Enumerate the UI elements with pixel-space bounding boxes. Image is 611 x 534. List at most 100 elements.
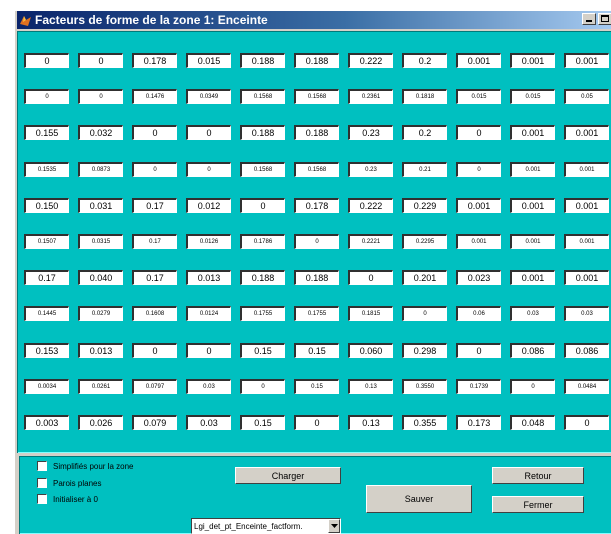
matrix-cell-r1-c3[interactable]: 0.178 — [132, 53, 177, 68]
title-bar[interactable]: Facteurs de forme de la zone 1: Enceinte — [17, 11, 611, 29]
matrix-cell-r3-c10[interactable]: 0.001 — [510, 125, 555, 140]
matrix-cell-r5-c9[interactable]: 0.001 — [456, 198, 501, 213]
matrix-cell-r5-c11[interactable]: 0.001 — [564, 198, 609, 213]
back-button[interactable]: Retour — [492, 467, 584, 484]
matrix-cell-r11-c11[interactable]: 0 — [564, 415, 609, 430]
matrix-cell-r4-c6[interactable]: 0.1568 — [294, 162, 339, 177]
minimize-icon[interactable] — [582, 13, 596, 25]
matrix-cell-r7-c5[interactable]: 0.188 — [240, 270, 285, 285]
matrix-cell-r8-c6[interactable]: 0.1755 — [294, 306, 339, 321]
matrix-cell-r9-c2[interactable]: 0.013 — [78, 343, 123, 358]
matrix-cell-r3-c11[interactable]: 0.001 — [564, 125, 609, 140]
matrix-cell-r8-c11[interactable]: 0.03 — [564, 306, 609, 321]
save-button[interactable]: Sauver — [366, 485, 472, 513]
load-button[interactable]: Charger — [235, 467, 341, 484]
matrix-cell-r2-c9[interactable]: 0.015 — [456, 89, 501, 104]
matrix-cell-r6-c2[interactable]: 0.0315 — [78, 234, 123, 249]
matrix-cell-r2-c8[interactable]: 0.1818 — [402, 89, 447, 104]
init-zero-option[interactable]: Initialiser à 0 — [37, 494, 98, 504]
matrix-cell-r7-c3[interactable]: 0.17 — [132, 270, 177, 285]
matrix-cell-r3-c2[interactable]: 0.032 — [78, 125, 123, 140]
matrix-cell-r5-c1[interactable]: 0.150 — [24, 198, 69, 213]
matrix-cell-r6-c5[interactable]: 0.1786 — [240, 234, 285, 249]
matrix-cell-r5-c2[interactable]: 0.031 — [78, 198, 123, 213]
matrix-cell-r5-c4[interactable]: 0.012 — [186, 198, 231, 213]
matrix-cell-r10-c9[interactable]: 0.1739 — [456, 379, 501, 394]
matrix-cell-r3-c3[interactable]: 0 — [132, 125, 177, 140]
matrix-cell-r7-c2[interactable]: 0.040 — [78, 270, 123, 285]
matrix-cell-r10-c2[interactable]: 0.0261 — [78, 379, 123, 394]
matrix-cell-r4-c4[interactable]: 0 — [186, 162, 231, 177]
matrix-cell-r1-c8[interactable]: 0.2 — [402, 53, 447, 68]
matrix-cell-r1-c7[interactable]: 0.222 — [348, 53, 393, 68]
matrix-cell-r2-c2[interactable]: 0 — [78, 89, 123, 104]
matrix-cell-r11-c1[interactable]: 0.003 — [24, 415, 69, 430]
matrix-cell-r5-c10[interactable]: 0.001 — [510, 198, 555, 213]
matrix-cell-r9-c9[interactable]: 0 — [456, 343, 501, 358]
matrix-cell-r8-c7[interactable]: 0.1815 — [348, 306, 393, 321]
matrix-cell-r1-c9[interactable]: 0.001 — [456, 53, 501, 68]
matrix-cell-r1-c4[interactable]: 0.015 — [186, 53, 231, 68]
matrix-cell-r6-c4[interactable]: 0.0126 — [186, 234, 231, 249]
matrix-cell-r2-c1[interactable]: 0 — [24, 89, 69, 104]
close-button[interactable]: Fermer — [492, 496, 584, 513]
matrix-cell-r6-c11[interactable]: 0.001 — [564, 234, 609, 249]
matrix-cell-r11-c5[interactable]: 0.15 — [240, 415, 285, 430]
matrix-cell-r4-c8[interactable]: 0.21 — [402, 162, 447, 177]
simplified-checkbox[interactable] — [37, 461, 47, 471]
matrix-cell-r7-c1[interactable]: 0.17 — [24, 270, 69, 285]
matrix-cell-r8-c4[interactable]: 0.0124 — [186, 306, 231, 321]
matrix-cell-r6-c8[interactable]: 0.2295 — [402, 234, 447, 249]
matrix-cell-r5-c3[interactable]: 0.17 — [132, 198, 177, 213]
matrix-cell-r2-c4[interactable]: 0.0349 — [186, 89, 231, 104]
matrix-cell-r10-c6[interactable]: 0.15 — [294, 379, 339, 394]
matrix-cell-r4-c1[interactable]: 0.1535 — [24, 162, 69, 177]
matrix-cell-r7-c4[interactable]: 0.013 — [186, 270, 231, 285]
matrix-cell-r6-c7[interactable]: 0.2221 — [348, 234, 393, 249]
matrix-cell-r9-c1[interactable]: 0.153 — [24, 343, 69, 358]
matrix-cell-r11-c10[interactable]: 0.048 — [510, 415, 555, 430]
matrix-cell-r11-c6[interactable]: 0 — [294, 415, 339, 430]
matrix-cell-r11-c7[interactable]: 0.13 — [348, 415, 393, 430]
matrix-cell-r7-c7[interactable]: 0 — [348, 270, 393, 285]
matrix-cell-r4-c9[interactable]: 0 — [456, 162, 501, 177]
matrix-cell-r4-c2[interactable]: 0.0873 — [78, 162, 123, 177]
matrix-cell-r1-c6[interactable]: 0.188 — [294, 53, 339, 68]
matrix-cell-r7-c10[interactable]: 0.001 — [510, 270, 555, 285]
matrix-cell-r4-c11[interactable]: 0.001 — [564, 162, 609, 177]
matrix-cell-r11-c3[interactable]: 0.079 — [132, 415, 177, 430]
maximize-icon[interactable] — [598, 13, 611, 25]
simplified-option[interactable]: Simplifiés pour la zone — [37, 461, 133, 471]
matrix-cell-r9-c4[interactable]: 0 — [186, 343, 231, 358]
matrix-cell-r2-c7[interactable]: 0.2361 — [348, 89, 393, 104]
matrix-cell-r4-c5[interactable]: 0.1568 — [240, 162, 285, 177]
matrix-cell-r3-c4[interactable]: 0 — [186, 125, 231, 140]
matrix-cell-r8-c9[interactable]: 0.06 — [456, 306, 501, 321]
matrix-cell-r1-c1[interactable]: 0 — [24, 53, 69, 68]
matrix-cell-r4-c10[interactable]: 0.001 — [510, 162, 555, 177]
init-zero-checkbox[interactable] — [37, 494, 47, 504]
matrix-cell-r6-c10[interactable]: 0.001 — [510, 234, 555, 249]
matrix-cell-r10-c4[interactable]: 0.03 — [186, 379, 231, 394]
matrix-cell-r8-c1[interactable]: 0.1445 — [24, 306, 69, 321]
matrix-cell-r8-c5[interactable]: 0.1755 — [240, 306, 285, 321]
matrix-cell-r2-c3[interactable]: 0.1476 — [132, 89, 177, 104]
chevron-down-icon[interactable] — [328, 519, 340, 533]
matrix-cell-r3-c1[interactable]: 0.155 — [24, 125, 69, 140]
matrix-cell-r9-c6[interactable]: 0.15 — [294, 343, 339, 358]
matrix-cell-r5-c5[interactable]: 0 — [240, 198, 285, 213]
matrix-cell-r6-c3[interactable]: 0.17 — [132, 234, 177, 249]
matrix-cell-r2-c10[interactable]: 0.015 — [510, 89, 555, 104]
matrix-cell-r11-c8[interactable]: 0.355 — [402, 415, 447, 430]
matrix-cell-r11-c4[interactable]: 0.03 — [186, 415, 231, 430]
matrix-cell-r4-c3[interactable]: 0 — [132, 162, 177, 177]
matrix-cell-r6-c9[interactable]: 0.001 — [456, 234, 501, 249]
matrix-cell-r4-c7[interactable]: 0.23 — [348, 162, 393, 177]
matrix-cell-r7-c8[interactable]: 0.201 — [402, 270, 447, 285]
matrix-cell-r8-c10[interactable]: 0.03 — [510, 306, 555, 321]
matrix-cell-r5-c7[interactable]: 0.222 — [348, 198, 393, 213]
matrix-cell-r9-c8[interactable]: 0.298 — [402, 343, 447, 358]
matrix-cell-r3-c6[interactable]: 0.188 — [294, 125, 339, 140]
file-select[interactable]: Lgi_det_pt_Enceinte_factform. — [191, 518, 341, 534]
matrix-cell-r7-c6[interactable]: 0.188 — [294, 270, 339, 285]
